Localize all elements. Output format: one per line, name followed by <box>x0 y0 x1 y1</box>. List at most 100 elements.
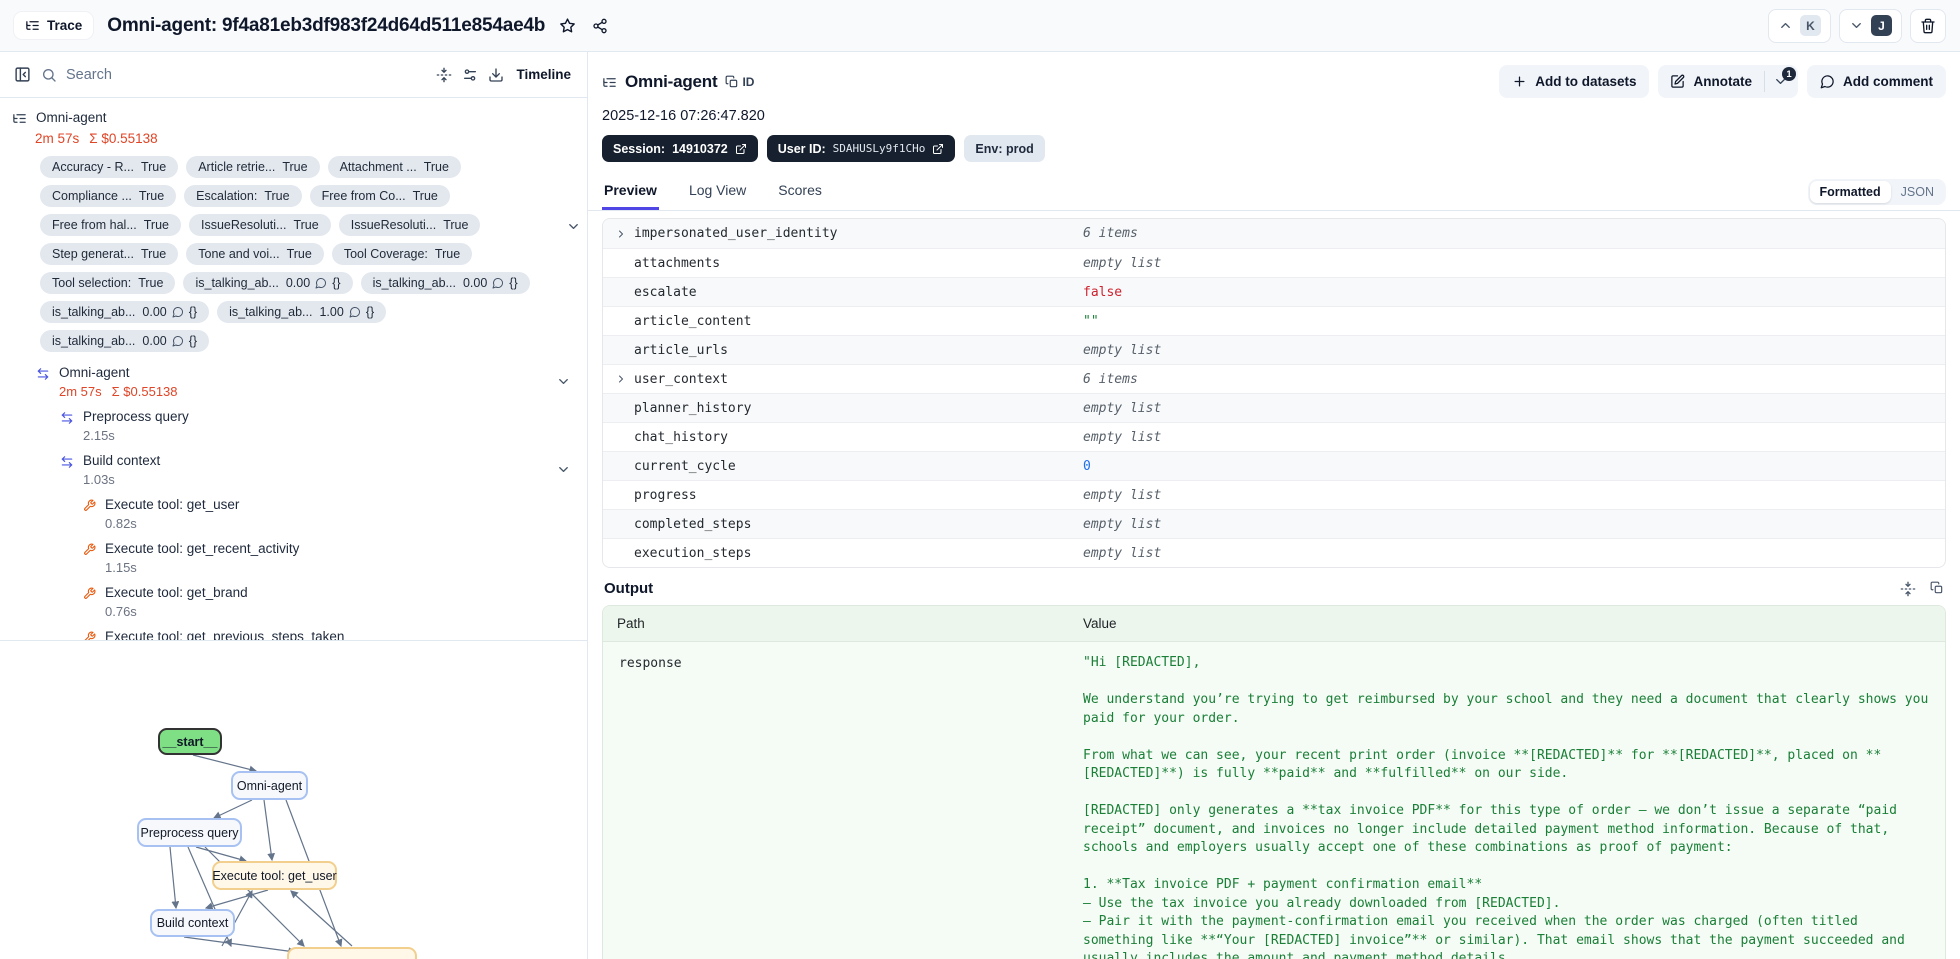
trace-timestamp: 2025-12-16 07:26:47.820 <box>602 108 765 124</box>
format-option-formatted[interactable]: Formatted <box>1809 181 1891 203</box>
share-icon[interactable] <box>592 18 608 34</box>
tab-log-view[interactable]: Log View <box>687 174 748 210</box>
session-badge[interactable]: Session: 14910372 <box>602 135 758 162</box>
chevron-down-icon[interactable] <box>556 373 571 391</box>
tree-span-build-context[interactable]: Build context 1.03s <box>12 451 577 488</box>
format-option-json[interactable]: JSON <box>1891 181 1944 203</box>
graph-node-build[interactable]: Build context <box>150 909 235 937</box>
preview-value: empty list <box>1083 545 1162 561</box>
preview-row-impersonated_user_identity[interactable]: impersonated_user_identity 6 items <box>603 219 1945 248</box>
preview-value: false <box>1083 284 1123 300</box>
graph-node-preprocess[interactable]: Preprocess query <box>137 818 242 847</box>
search-input[interactable] <box>66 66 427 83</box>
chevron-right-icon[interactable] <box>615 228 627 240</box>
annotate-button-group: Annotate 1 <box>1658 65 1798 98</box>
score-chip[interactable]: is_talking_ab... 0.00{} <box>360 272 530 294</box>
preview-key: current_cycle <box>634 458 736 474</box>
score-chip[interactable]: is_talking_ab... 0.00{} <box>183 272 353 294</box>
annotate-count-badge: 1 <box>1781 67 1796 81</box>
annotate-button[interactable]: Annotate <box>1658 65 1764 98</box>
copy-id-button[interactable]: ID <box>725 75 754 89</box>
expand-section-icon[interactable] <box>1900 581 1916 597</box>
tree-span-execute-tool-get-user[interactable]: Execute tool: get_user 0.82s <box>12 495 577 532</box>
score-chip[interactable]: Article retrie... True <box>186 156 320 178</box>
tree-span-execute-tool-get-brand[interactable]: Execute tool: get_brand 0.76s <box>12 583 577 620</box>
score-chip[interactable]: Tool Coverage: True <box>331 243 473 265</box>
score-chip[interactable]: Tool selection: True <box>40 272 176 294</box>
shortcut-j-keycap: J <box>1871 15 1892 36</box>
score-chip[interactable]: is_talking_ab... 0.00{} <box>40 330 210 352</box>
comment-bubble-icon <box>492 277 504 289</box>
tree-root-name: Omni-agent <box>36 110 107 125</box>
copy-icon <box>725 75 739 89</box>
preview-value: 6 items <box>1083 371 1138 387</box>
delete-trace-button[interactable] <box>1910 8 1946 43</box>
chevron-down-icon[interactable] <box>566 218 581 236</box>
score-chip[interactable]: Attachment ... True <box>327 156 461 178</box>
score-chip[interactable]: is_talking_ab... 0.00{} <box>40 301 210 323</box>
output-row-response: response "Hi [REDACTED], We understand yo… <box>603 642 1945 959</box>
add-to-datasets-button[interactable]: Add to datasets <box>1499 65 1650 98</box>
previous-trace-button[interactable]: K <box>1768 8 1831 43</box>
graph-node-start[interactable]: __start__ <box>158 728 222 755</box>
trace-breadcrumb[interactable]: Trace <box>14 11 94 40</box>
copy-output-icon[interactable] <box>1930 581 1944 597</box>
preview-row-user_context[interactable]: user_context 6 items <box>603 364 1945 393</box>
comment-bubble-icon <box>1820 74 1835 89</box>
score-chip[interactable]: IssueResoluti... True <box>189 214 331 236</box>
tree-settings-icon[interactable] <box>462 67 478 83</box>
detail-tabs: Preview Log View Scores Formatted JSON <box>588 174 1960 211</box>
annotate-dropdown-button[interactable]: 1 <box>1765 65 1798 98</box>
timeline-toggle[interactable]: Timeline <box>514 63 573 86</box>
score-chip[interactable]: IssueResoluti... True <box>338 214 481 236</box>
span-list: Omni-agent 2m 57s Σ $0.55138 Preprocess qu… <box>12 363 577 640</box>
plus-icon <box>1512 74 1527 89</box>
score-chips: Accuracy - R... True Article retrie... True… <box>12 154 577 356</box>
tab-preview[interactable]: Preview <box>602 174 659 210</box>
chevron-down-icon[interactable] <box>556 461 571 479</box>
score-chip[interactable]: Step generat... True <box>40 243 179 265</box>
preview-row-current_cycle: current_cycle 0 <box>603 451 1945 480</box>
tab-scores[interactable]: Scores <box>776 174 824 210</box>
trace-tree: Omni-agent 2m 57s Σ $0.55138 Accuracy - R… <box>0 98 587 641</box>
output-col-value: Value <box>1083 616 1117 631</box>
preview-row-escalate: escalate false <box>603 277 1945 306</box>
graph-node-partial[interactable] <box>287 947 417 959</box>
format-toggle: Formatted JSON <box>1807 179 1946 205</box>
trace-tree-icon <box>602 74 617 92</box>
collapse-panel-icon[interactable] <box>14 66 31 83</box>
preview-key: planner_history <box>634 400 752 416</box>
preview-key: attachments <box>634 255 721 271</box>
comment-bubble-icon <box>349 306 361 318</box>
download-icon[interactable] <box>488 67 504 83</box>
chevron-down-icon <box>1849 18 1864 33</box>
tree-root-node[interactable]: Omni-agent <box>12 108 577 128</box>
tree-span-preprocess-query[interactable]: Preprocess query 2.15s <box>12 407 577 444</box>
preview-value: empty list <box>1083 429 1162 445</box>
tree-span-execute-tool-get-recent-activity[interactable]: Execute tool: get_recent_activity 1.15s <box>12 539 577 576</box>
chevron-up-icon <box>1778 18 1793 33</box>
score-chip[interactable]: Compliance ... True <box>40 185 177 207</box>
preview-value: "" <box>1083 313 1099 329</box>
score-chip[interactable]: Free from Co... True <box>309 185 450 207</box>
chevron-right-icon[interactable] <box>615 373 627 385</box>
preview-row-article_urls: article_urls empty list <box>603 335 1945 364</box>
score-chip[interactable]: Escalation: True <box>184 185 302 207</box>
next-trace-button[interactable]: J <box>1839 8 1902 43</box>
score-chip[interactable]: Tone and voi... True <box>186 243 324 265</box>
preview-key: execution_steps <box>634 545 752 561</box>
wrench-icon <box>83 585 96 603</box>
tree-span-execute-tool-get-previous-steps-taken[interactable]: Execute tool: get_previous_steps_taken1.… <box>12 627 577 640</box>
preview-table: impersonated_user_identity 6 items attachm… <box>602 218 1946 568</box>
graph-node-omni[interactable]: Omni-agent <box>231 771 308 800</box>
graph-node-getuser[interactable]: Execute tool: get_user <box>212 861 337 890</box>
output-col-path: Path <box>617 616 645 631</box>
tree-span-omni-agent[interactable]: Omni-agent 2m 57s Σ $0.55138 <box>12 363 577 400</box>
score-chip[interactable]: Free from hal... True <box>40 214 181 236</box>
score-chip[interactable]: Accuracy - R... True <box>40 156 179 178</box>
user-id-badge[interactable]: User ID: SDAHUSLy9f1CHo <box>766 135 956 162</box>
add-comment-button[interactable]: Add comment <box>1806 65 1946 98</box>
collapse-all-icon[interactable] <box>436 67 452 83</box>
score-chip[interactable]: is_talking_ab... 1.00{} <box>217 301 387 323</box>
bookmark-star-icon[interactable] <box>559 17 576 34</box>
